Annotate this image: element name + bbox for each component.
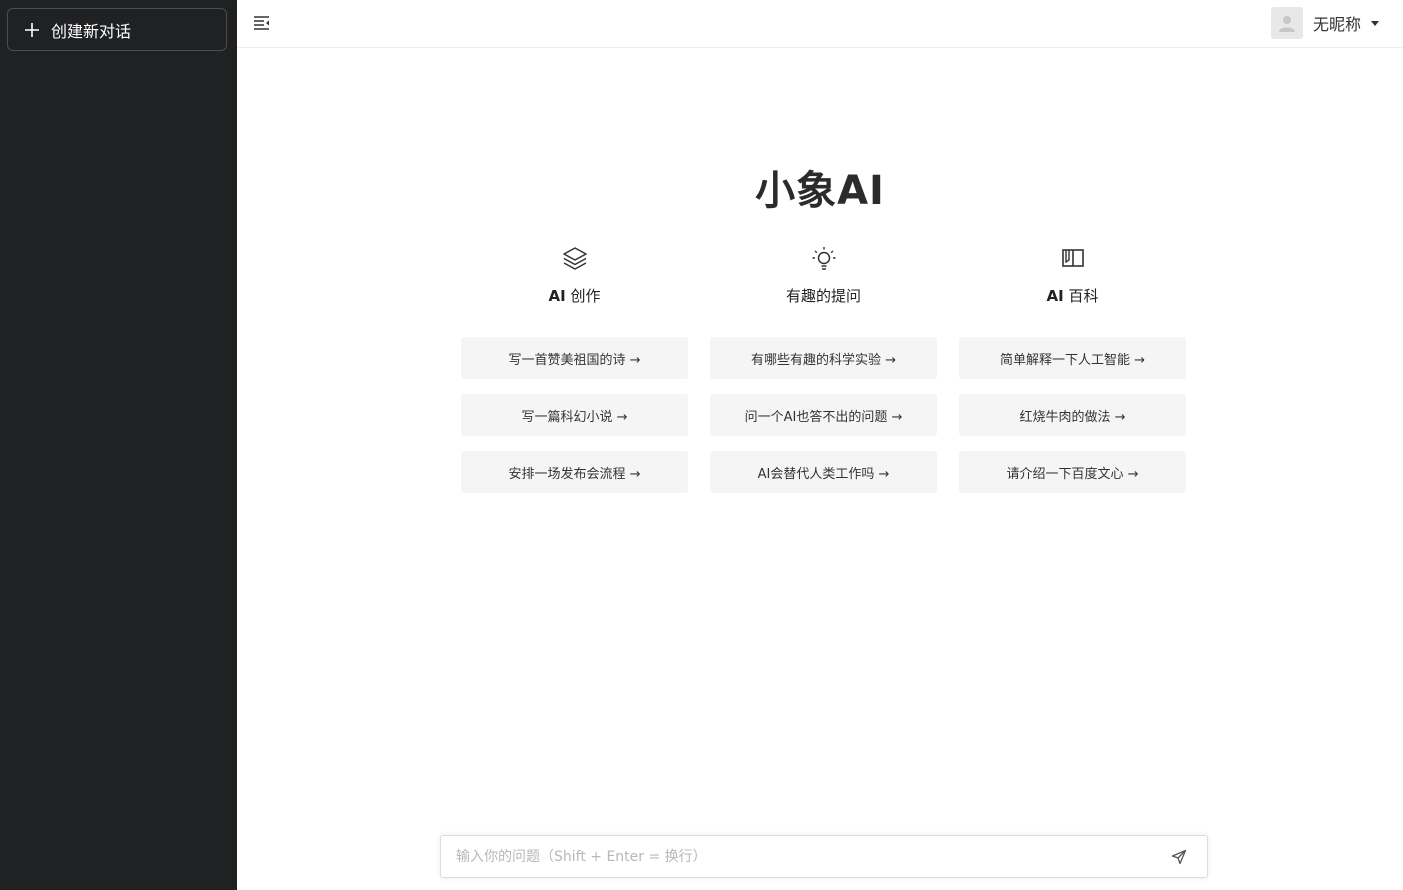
suggestion-item[interactable]: 有哪些有趣的科学实验 → (710, 337, 937, 379)
suggestion-item[interactable]: AI会替代人类工作吗 → (710, 451, 937, 493)
suggestion-item[interactable]: 写一篇科幻小说 → (461, 394, 688, 436)
new-chat-button[interactable]: 创建新对话 (7, 8, 227, 51)
chat-input-bar (440, 835, 1208, 878)
suggestion-item[interactable]: 简单解释一下人工智能 → (959, 337, 1186, 379)
menu-fold-icon[interactable] (253, 14, 271, 32)
plus-icon (23, 21, 41, 39)
avatar[interactable] (1270, 7, 1303, 39)
suggestion-item[interactable]: 安排一场发布会流程 → (461, 451, 688, 493)
column-title-bold: AI (548, 287, 566, 305)
column-title-text: 有趣的提问 (785, 287, 861, 305)
column-title-bold: AI (1046, 287, 1064, 305)
user-menu[interactable]: 无昵称 (1270, 7, 1379, 39)
layers-icon (461, 244, 688, 272)
column-interesting-questions: 有趣的提问 有哪些有趣的科学实验 → 问一个AI也答不出的问题 → AI会替代人… (710, 244, 937, 493)
page-title: 小象AI (755, 168, 885, 214)
column-title: 有趣的提问 (710, 285, 937, 306)
send-icon[interactable] (1171, 849, 1187, 865)
column-title-text: 创作 (565, 287, 601, 305)
column-ai-encyclopedia: AI 百科 简单解释一下人工智能 → 红烧牛肉的做法 → 请介绍一下百度文心 → (959, 244, 1186, 493)
username: 无昵称 (1312, 15, 1361, 34)
column-title: AI 创作 (461, 285, 688, 306)
user-icon (1278, 16, 1295, 32)
column-ai-creation: AI 创作 写一首赞美祖国的诗 → 写一篇科幻小说 → 安排一场发布会流程 → (461, 244, 688, 493)
new-chat-label: 创建新对话 (51, 21, 132, 41)
column-title-text: 百科 (1063, 287, 1099, 305)
lightbulb-icon (710, 244, 937, 272)
suggestion-item[interactable]: 写一首赞美祖国的诗 → (461, 337, 688, 379)
sidebar: 创建新对话 (0, 0, 237, 890)
book-icon (959, 244, 1186, 272)
suggestion-item[interactable]: 请介绍一下百度文心 → (959, 451, 1186, 493)
suggestion-item[interactable]: 问一个AI也答不出的问题 → (710, 394, 937, 436)
suggestion-item[interactable]: 红烧牛肉的做法 → (959, 394, 1186, 436)
caret-down-icon[interactable] (1371, 20, 1379, 26)
question-input[interactable] (441, 836, 1161, 877)
header: 无昵称 (237, 0, 1403, 48)
column-title: AI 百科 (959, 285, 1186, 306)
suggestion-columns: AI 创作 写一首赞美祖国的诗 → 写一篇科幻小说 → 安排一场发布会流程 → … (461, 244, 1186, 504)
